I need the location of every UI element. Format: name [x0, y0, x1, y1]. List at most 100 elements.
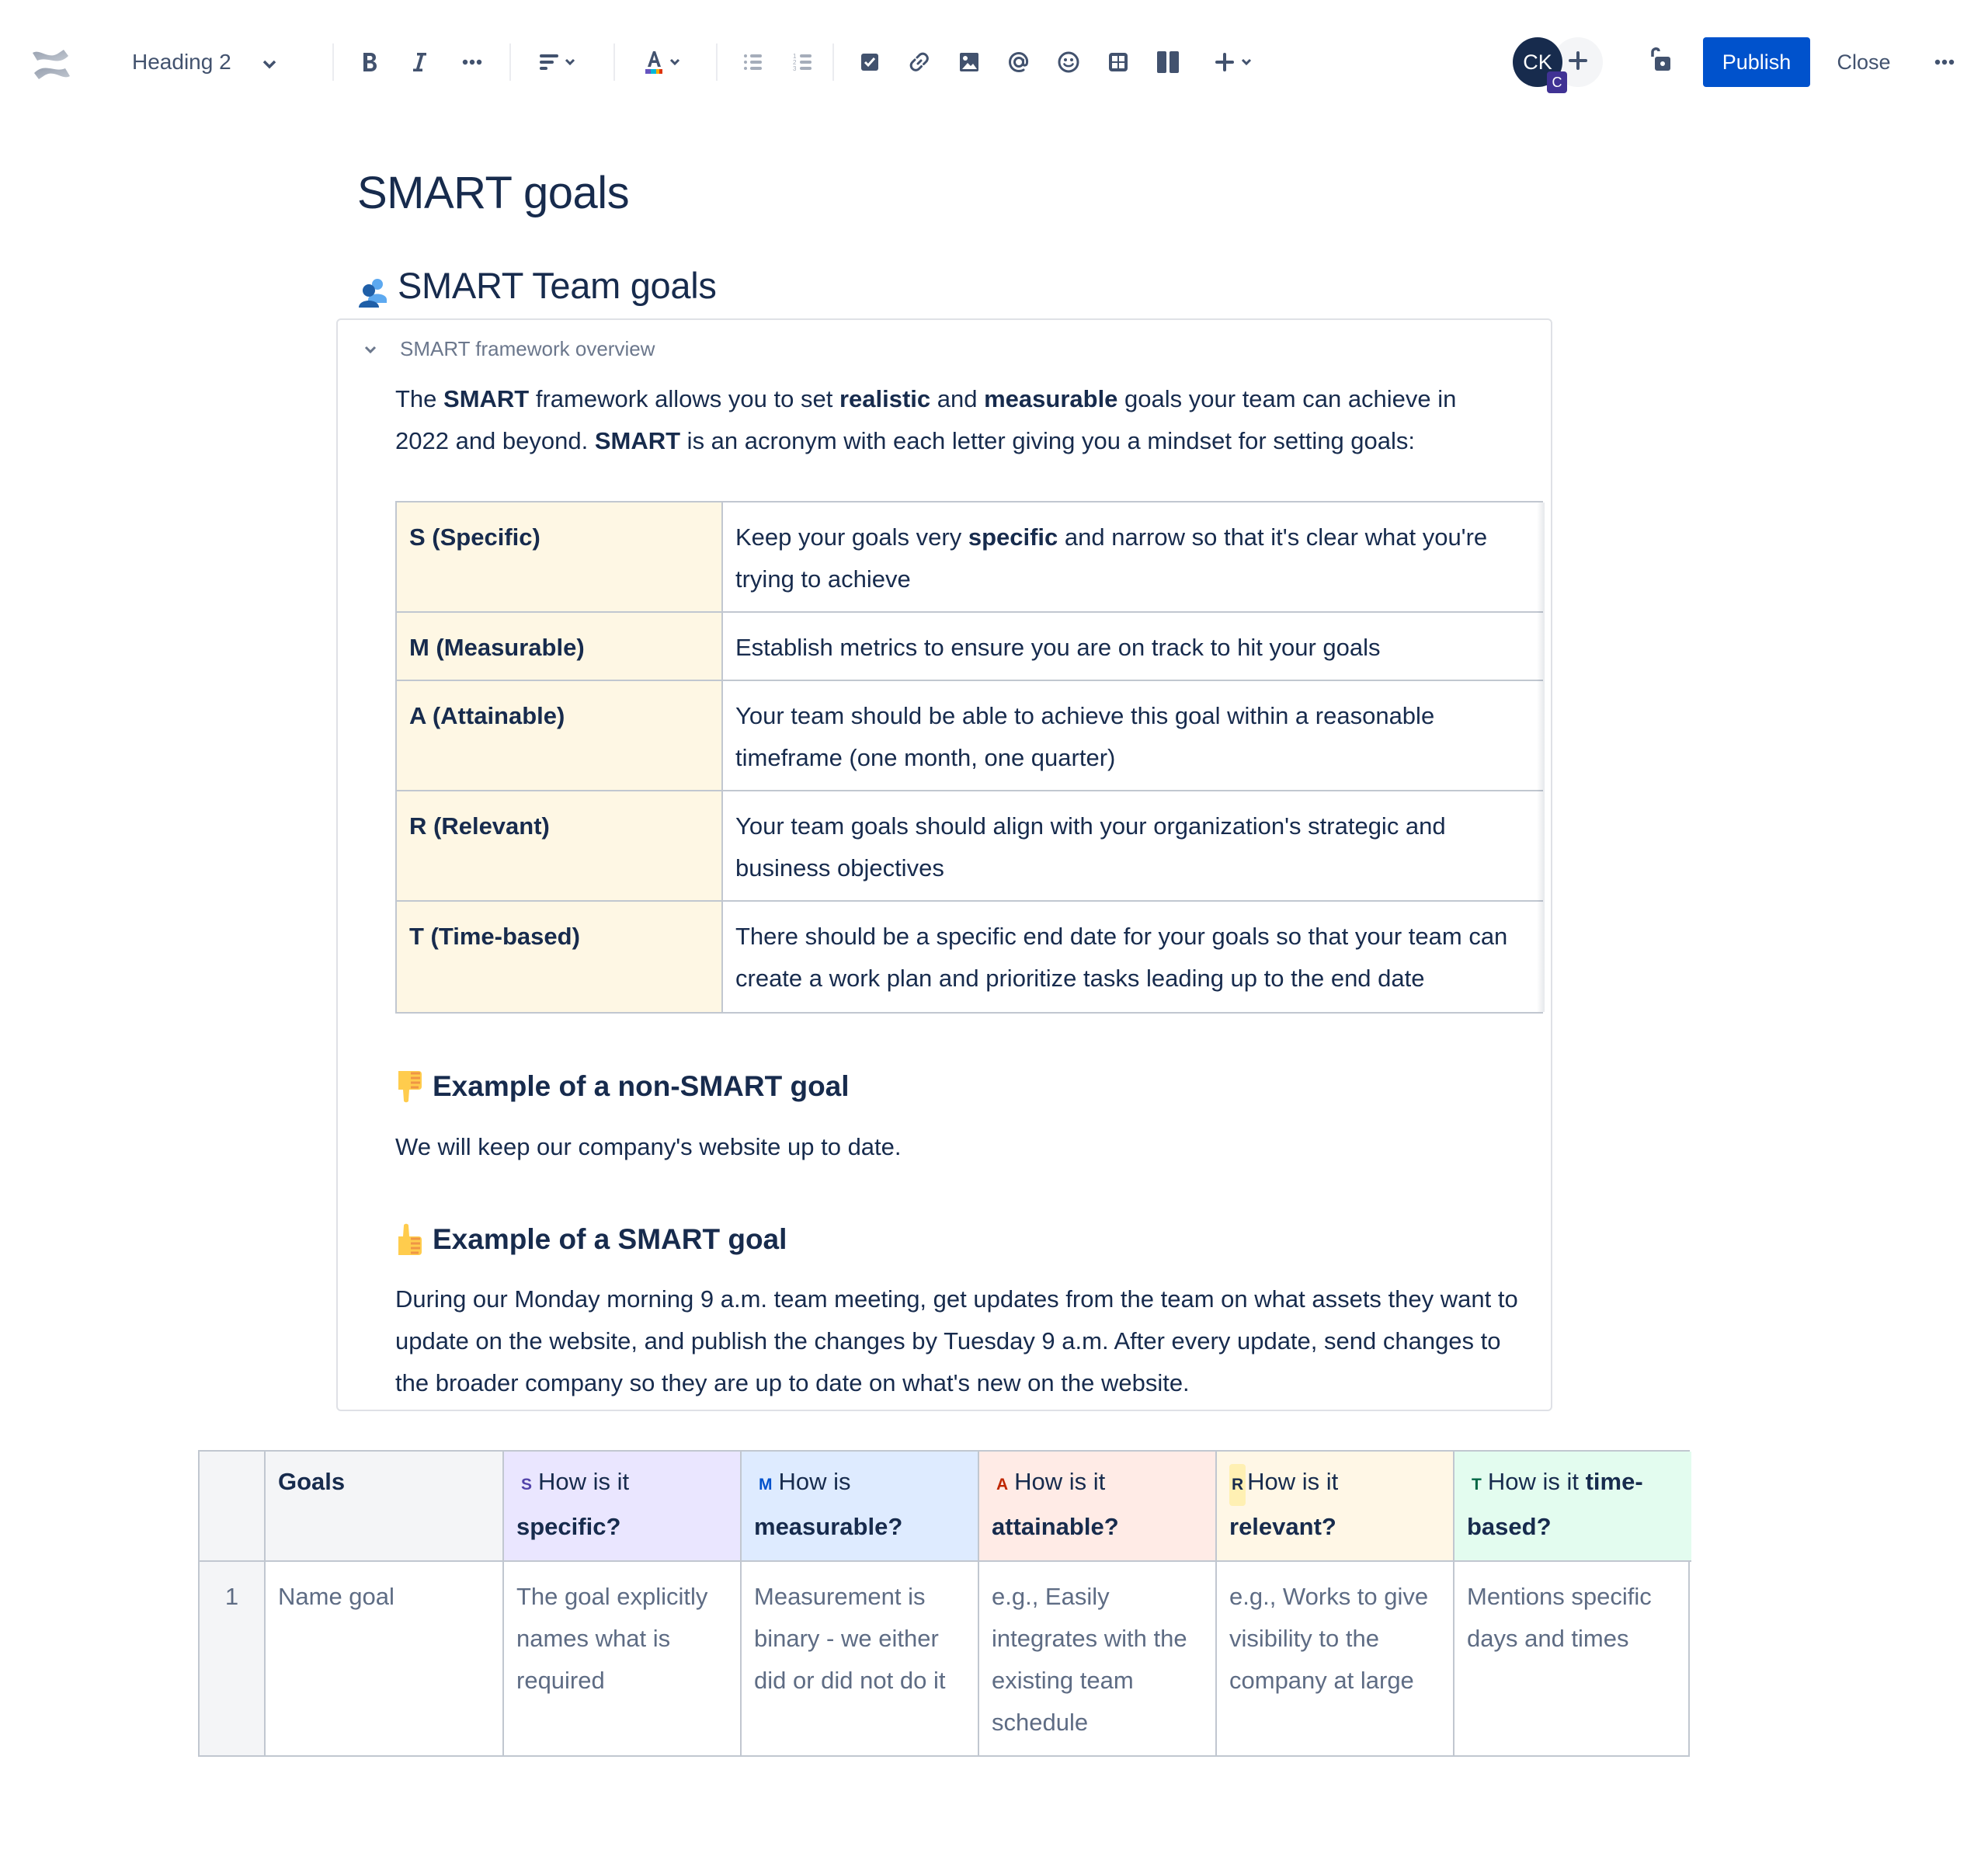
- emoji-button[interactable]: [1053, 43, 1084, 81]
- text: is an acronym with each letter giving yo…: [680, 427, 1416, 454]
- table-key-cell[interactable]: M (Measurable): [397, 613, 723, 680]
- toolbar-divider: [613, 43, 615, 81]
- table-cell-goal[interactable]: Name goal: [266, 1562, 504, 1755]
- thumbs-down-icon: [395, 1069, 426, 1104]
- header-attainable[interactable]: A How is it attainable?: [979, 1452, 1217, 1562]
- text: framework allows you to set: [529, 385, 839, 412]
- text: The: [395, 385, 444, 412]
- table-button[interactable]: [1103, 43, 1134, 81]
- more-actions-button[interactable]: [1929, 43, 1960, 81]
- bold-text: specific: [968, 523, 1058, 551]
- bold-text: realistic: [839, 385, 931, 412]
- chevron-down-icon: [669, 58, 680, 66]
- table-cell-specific[interactable]: The goal explicitly names what is requir…: [504, 1562, 742, 1755]
- header-goals[interactable]: Goals: [266, 1452, 504, 1562]
- header-text: How is: [778, 1468, 851, 1495]
- header-bold-text: measurable?: [754, 1513, 903, 1540]
- more-formatting-button[interactable]: [457, 43, 488, 81]
- header-relevant[interactable]: R How is it relevant?: [1217, 1452, 1455, 1562]
- non-smart-heading-text: Example of a non-SMART goal: [433, 1070, 850, 1102]
- header-specific[interactable]: S How is it specific?: [504, 1452, 742, 1562]
- table-key-cell[interactable]: R (Relevant): [397, 791, 723, 900]
- more-icon: [462, 59, 482, 65]
- bold-icon: [361, 51, 378, 73]
- smart-heading[interactable]: Example of a SMART goal: [395, 1222, 787, 1257]
- toolbar-divider: [716, 43, 718, 81]
- italic-button[interactable]: [404, 43, 435, 81]
- avatar-initials: CK: [1523, 50, 1552, 74]
- non-smart-text[interactable]: We will keep our company's website up to…: [395, 1126, 902, 1168]
- confluence-logo-icon[interactable]: [28, 45, 75, 84]
- chevron-down-icon: [1241, 58, 1252, 66]
- text: and: [930, 385, 985, 412]
- svg-text:3: 3: [793, 65, 797, 71]
- editor-toolbar: Heading 2 123 CK C Publish Close: [0, 0, 1988, 124]
- close-button[interactable]: Close: [1829, 37, 1899, 87]
- expand-panel: SMART framework overview The SMART frame…: [336, 318, 1552, 1411]
- table-key-cell[interactable]: S (Specific): [397, 502, 723, 611]
- header-measurable[interactable]: M How is measurable?: [742, 1452, 979, 1562]
- table-key-cell[interactable]: A (Attainable): [397, 681, 723, 790]
- section-heading[interactable]: SMART Team goals: [357, 264, 717, 308]
- goals-table: Goals S How is it specific? M How is measu…: [198, 1450, 1691, 1757]
- alignment-dropdown[interactable]: [533, 43, 582, 81]
- checkbox-icon: [860, 53, 879, 71]
- thumbs-up-icon: [395, 1222, 426, 1257]
- table-key-cell[interactable]: T (Time-based): [397, 902, 723, 1012]
- publish-button[interactable]: Publish: [1703, 37, 1810, 87]
- framework-table: S (Specific) Keep your goals very specif…: [395, 501, 1545, 1014]
- bold-button[interactable]: [354, 43, 385, 81]
- smart-text[interactable]: During our Monday morning 9 a.m. team me…: [395, 1278, 1529, 1404]
- status-letter-m: M: [759, 1476, 773, 1494]
- expand-toggle[interactable]: SMART framework overview: [361, 337, 655, 361]
- table-row: M (Measurable) Establish metrics to ensu…: [397, 613, 1543, 681]
- mention-button[interactable]: [1003, 43, 1034, 81]
- plus-icon: [1215, 52, 1235, 72]
- text-style-dropdown[interactable]: Heading 2: [132, 43, 276, 81]
- table-cell-attainable[interactable]: e.g., Easily integrates with the existin…: [979, 1562, 1217, 1755]
- bold-text: SMART: [594, 427, 681, 454]
- text-style-label: Heading 2: [132, 50, 231, 74]
- bullet-list-button[interactable]: [738, 43, 769, 81]
- bold-text: SMART: [443, 385, 530, 412]
- header-time-based[interactable]: T How is it time-based?: [1455, 1452, 1691, 1562]
- image-icon: [959, 52, 979, 72]
- row-number[interactable]: 1: [200, 1562, 266, 1755]
- plus-icon: [1568, 50, 1588, 75]
- restrictions-button[interactable]: [1645, 40, 1676, 78]
- numbered-list-button[interactable]: 123: [787, 43, 818, 81]
- bullet-list-icon: [743, 54, 763, 71]
- link-icon: [909, 51, 930, 73]
- more-icon: [1934, 59, 1955, 65]
- intro-paragraph[interactable]: The SMART framework allows you to set re…: [395, 378, 1545, 462]
- text-color-dropdown[interactable]: [637, 43, 686, 81]
- expand-title: SMART framework overview: [400, 337, 655, 360]
- table-row: A (Attainable) Your team should be able …: [397, 681, 1543, 791]
- insert-dropdown[interactable]: [1208, 43, 1258, 81]
- chevron-down-icon: [361, 340, 380, 359]
- action-item-button[interactable]: [854, 43, 885, 81]
- table-cell-relevant[interactable]: e.g., Works to give visibility to the co…: [1217, 1562, 1455, 1755]
- publish-label: Publish: [1722, 50, 1792, 74]
- align-left-icon: [540, 54, 560, 71]
- table-value-cell[interactable]: Establish metrics to ensure you are on t…: [723, 613, 1543, 680]
- layouts-button[interactable]: [1152, 43, 1183, 81]
- header-bold-text: attainable?: [992, 1513, 1119, 1540]
- header-text: How is it: [538, 1468, 630, 1495]
- table-value-cell[interactable]: Keep your goals very specific and narrow…: [723, 502, 1543, 611]
- row-number-header[interactable]: [200, 1452, 266, 1562]
- non-smart-heading[interactable]: Example of a non-SMART goal: [395, 1069, 850, 1104]
- page-title[interactable]: SMART goals: [357, 167, 630, 219]
- image-button[interactable]: [954, 43, 985, 81]
- toolbar-divider: [832, 43, 834, 81]
- table-row: R (Relevant) Your team goals should alig…: [397, 791, 1543, 902]
- table-value-cell[interactable]: Your team should be able to achieve this…: [723, 681, 1543, 790]
- table-value-cell[interactable]: There should be a specific end date for …: [723, 902, 1543, 1012]
- table-cell-measurable[interactable]: Measurement is binary - we either did or…: [742, 1562, 979, 1755]
- header-text: Goals: [278, 1468, 346, 1495]
- table-value-cell[interactable]: Your team goals should align with your o…: [723, 791, 1543, 900]
- link-button[interactable]: [904, 43, 935, 81]
- table-cell-time-based[interactable]: Mentions specific days and times: [1455, 1562, 1691, 1755]
- layout-icon: [1156, 50, 1180, 74]
- header-text: How is it: [1014, 1468, 1106, 1495]
